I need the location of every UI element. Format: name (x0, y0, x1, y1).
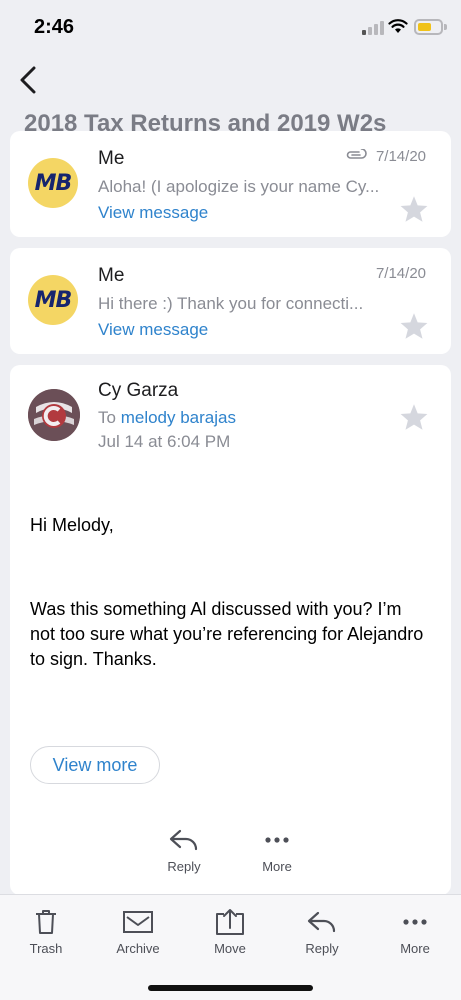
message-body: Was this something Al discussed with you… (30, 599, 424, 669)
home-indicator (148, 985, 313, 991)
archive-button[interactable]: Archive (98, 905, 178, 956)
reply-label: Reply (167, 859, 201, 874)
to-prefix: To (98, 408, 116, 427)
recipient-line: To melody barajas (98, 408, 236, 428)
star-icon[interactable] (399, 403, 429, 431)
battery-icon (414, 19, 443, 35)
chevron-left-icon (20, 66, 36, 94)
more-label: More (262, 859, 292, 874)
cellular-signal-icon (362, 21, 384, 35)
attachment-icon (346, 149, 367, 159)
recipient-link[interactable]: melody barajas (121, 408, 236, 427)
trash-button[interactable]: Trash (6, 905, 86, 956)
message-date: 7/14/20 (375, 265, 426, 282)
move-folder-icon (216, 909, 244, 935)
inline-reply-button[interactable]: Reply (154, 825, 214, 874)
reply-label: Reply (305, 941, 339, 956)
back-button[interactable] (10, 62, 46, 98)
archive-icon (123, 911, 153, 933)
status-bar: 2:46 (0, 0, 461, 52)
message-card[interactable]: MB Me 7/14/20 Hi there :) Thank you for … (10, 248, 451, 354)
view-message-link[interactable]: View message (98, 203, 208, 223)
sent-date: Jul 14 at 6:04 PM (98, 432, 231, 451)
avatar: MB (28, 275, 78, 325)
reply-icon (307, 911, 336, 933)
battery-tip (444, 24, 447, 30)
archive-label: Archive (116, 941, 160, 956)
sender-name: Me (98, 265, 125, 286)
star-icon[interactable] (399, 195, 429, 223)
trash-icon (36, 910, 56, 934)
status-time: 2:46 (34, 16, 75, 38)
inline-more-button[interactable]: More (247, 825, 307, 874)
message-snippet: Aloha! (I apologize is your name Cy... (98, 177, 380, 196)
open-message-card: Cy Garza To melody barajas Jul 14 at 6:0… (10, 365, 451, 895)
avatar: MB (28, 158, 78, 208)
wifi-icon (388, 19, 408, 33)
message-date: 7/14/20 (375, 148, 426, 165)
sender-name: Me (98, 148, 125, 169)
sender-name: Cy Garza (98, 380, 179, 401)
trash-label: Trash (29, 941, 63, 956)
more-label: More (400, 941, 430, 956)
avatar (28, 389, 80, 441)
star-icon[interactable] (399, 312, 429, 340)
more-button[interactable]: More (375, 905, 455, 956)
move-label: Move (214, 941, 246, 956)
reply-icon (169, 829, 198, 851)
message-card[interactable]: MB Me 7/14/20 Aloha! (I apologize is you… (10, 131, 451, 237)
view-more-button[interactable]: View more (30, 746, 160, 784)
message-snippet: Hi there :) Thank you for connecti... (98, 294, 364, 313)
message-greeting: Hi Melody, (30, 515, 114, 535)
reply-button[interactable]: Reply (282, 905, 362, 956)
move-button[interactable]: Move (190, 905, 270, 956)
more-dots-icon (265, 837, 289, 843)
more-dots-icon (403, 919, 427, 925)
view-message-link[interactable]: View message (98, 320, 208, 340)
